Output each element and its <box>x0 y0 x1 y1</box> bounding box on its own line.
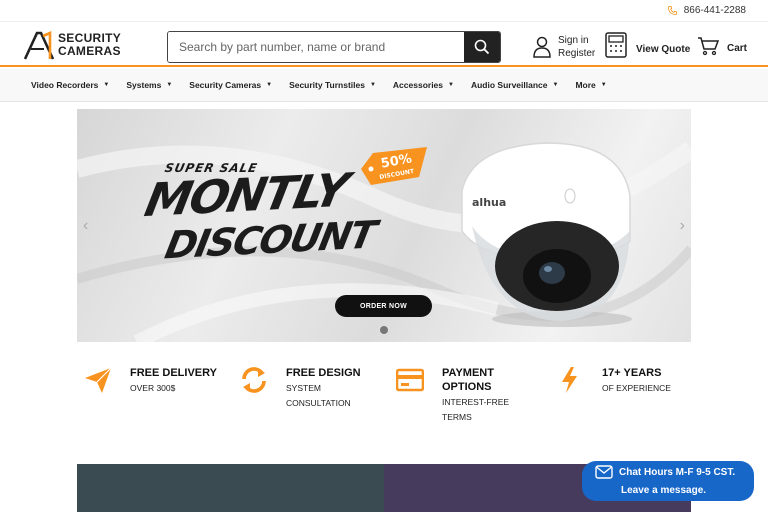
cart-link[interactable]: Cart <box>697 36 747 56</box>
feature-payment-options: PAYMENT OPTIONS INTEREST-FREE TERMS <box>396 366 509 425</box>
main-nav: Video Recorders ▼ Systems ▼ Security Camer… <box>0 69 768 102</box>
search-button[interactable] <box>464 32 500 62</box>
nav-item-more[interactable]: More ▼ <box>575 80 606 90</box>
logo[interactable]: SECURITY CAMERAS <box>23 28 133 62</box>
feature-experience: 17+ YEARS OF EXPERIENCE <box>556 366 671 396</box>
discount-badge: 50% DISCOUNT <box>361 147 427 185</box>
nav-label: More <box>575 80 596 90</box>
nav-label: Security Turnstiles <box>289 80 365 90</box>
envelope-icon <box>595 465 613 479</box>
feature-sub: OVER 300$ <box>130 383 176 393</box>
a1-logo-icon <box>23 31 55 60</box>
nav-label: Accessories <box>392 80 444 90</box>
nav-label: Security Cameras <box>189 80 262 90</box>
search-icon <box>474 39 490 55</box>
user-icon <box>533 36 551 58</box>
camera-brand: alhua <box>472 196 506 209</box>
nav-item-systems[interactable]: Systems ▼ <box>126 80 172 90</box>
prev-slide-icon[interactable]: ‹ <box>83 217 88 235</box>
caret-down-icon: ▼ <box>448 82 454 88</box>
phone-number: 866-441-2288 <box>683 5 746 16</box>
view-quote-link[interactable]: View Quote <box>605 32 690 58</box>
nav-item-security-turnstiles[interactable]: Security Turnstiles ▼ <box>289 80 376 90</box>
view-quote-label: View Quote <box>636 43 691 55</box>
refresh-icon <box>242 367 266 393</box>
category-panel-left[interactable] <box>77 464 384 512</box>
feature-title: PAYMENT OPTIONS <box>442 367 494 393</box>
feature-free-delivery: FREE DELIVERY OVER 300$ <box>84 366 217 396</box>
nav-item-security-cameras[interactable]: Security Cameras ▼ <box>189 80 272 90</box>
cart-label: Cart <box>727 42 748 54</box>
feature-title: FREE DESIGN <box>286 367 361 379</box>
logo-line2: CAMERAS <box>58 44 121 58</box>
chat-hours: Chat Hours M-F 9-5 CST. <box>595 465 735 479</box>
dome-camera-image: alhua <box>461 142 632 327</box>
features-row: FREE DELIVERY OVER 300$ FREE DESIGN SYST… <box>0 362 768 442</box>
caret-down-icon: ▼ <box>166 82 173 88</box>
next-slide-icon[interactable]: › <box>680 217 685 235</box>
logo-text: SECURITY CAMERAS <box>58 32 121 58</box>
chat-widget[interactable]: Chat Hours M-F 9-5 CST. Leave a message. <box>582 461 754 501</box>
calculator-icon <box>605 32 627 58</box>
slider-dot[interactable] <box>380 326 388 334</box>
paper-plane-icon <box>85 367 112 393</box>
chat-leave-message: Leave a message. <box>621 485 707 496</box>
feature-sub: OF EXPERIENCE <box>602 383 671 393</box>
caret-down-icon: ▼ <box>266 82 273 88</box>
cart-icon <box>698 37 719 56</box>
lightning-icon <box>562 367 577 393</box>
phone-link[interactable]: 866-441-2288 <box>667 5 746 16</box>
signin-label: Sign in <box>558 35 589 46</box>
feature-free-design: FREE DESIGN SYSTEM CONSULTATION <box>240 366 361 411</box>
header: SECURITY CAMERAS Sign in Register View Q… <box>0 22 768 67</box>
nav-item-audio-surveillance[interactable]: Audio Surveillance ▼ <box>471 80 558 90</box>
feature-title: FREE DELIVERY <box>130 367 217 379</box>
order-now-button[interactable]: ORDER NOW <box>335 295 432 317</box>
top-bar: 866-441-2288 <box>0 0 768 22</box>
phone-icon <box>667 5 677 16</box>
caret-down-icon: ▼ <box>369 82 376 88</box>
nav-label: Audio Surveillance <box>470 80 548 90</box>
register-label: Register <box>558 48 596 59</box>
feature-sub: INTEREST-FREE TERMS <box>442 397 510 422</box>
credit-card-icon <box>396 368 424 392</box>
caret-down-icon: ▼ <box>552 82 559 88</box>
chat-hours-text: Chat Hours M-F 9-5 CST. <box>619 466 736 478</box>
caret-down-icon: ▼ <box>103 82 110 88</box>
feature-title: 17+ YEARS <box>602 367 662 379</box>
caret-down-icon: ▼ <box>600 82 607 88</box>
nav-item-accessories[interactable]: Accessories ▼ <box>393 80 454 90</box>
search-input[interactable] <box>168 32 464 62</box>
nav-label: Systems <box>126 80 162 90</box>
search-bar <box>167 31 501 63</box>
signin-link[interactable]: Sign in Register <box>532 34 595 60</box>
feature-sub: SYSTEM CONSULTATION <box>286 383 351 408</box>
nav-item-video-recorders[interactable]: Video Recorders ▼ <box>31 80 109 90</box>
nav-label: Video Recorders <box>31 80 99 90</box>
hero-banner[interactable]: SUPER SALE MONTLY DISCOUNT 50% DISCOUNT … <box>77 109 691 342</box>
